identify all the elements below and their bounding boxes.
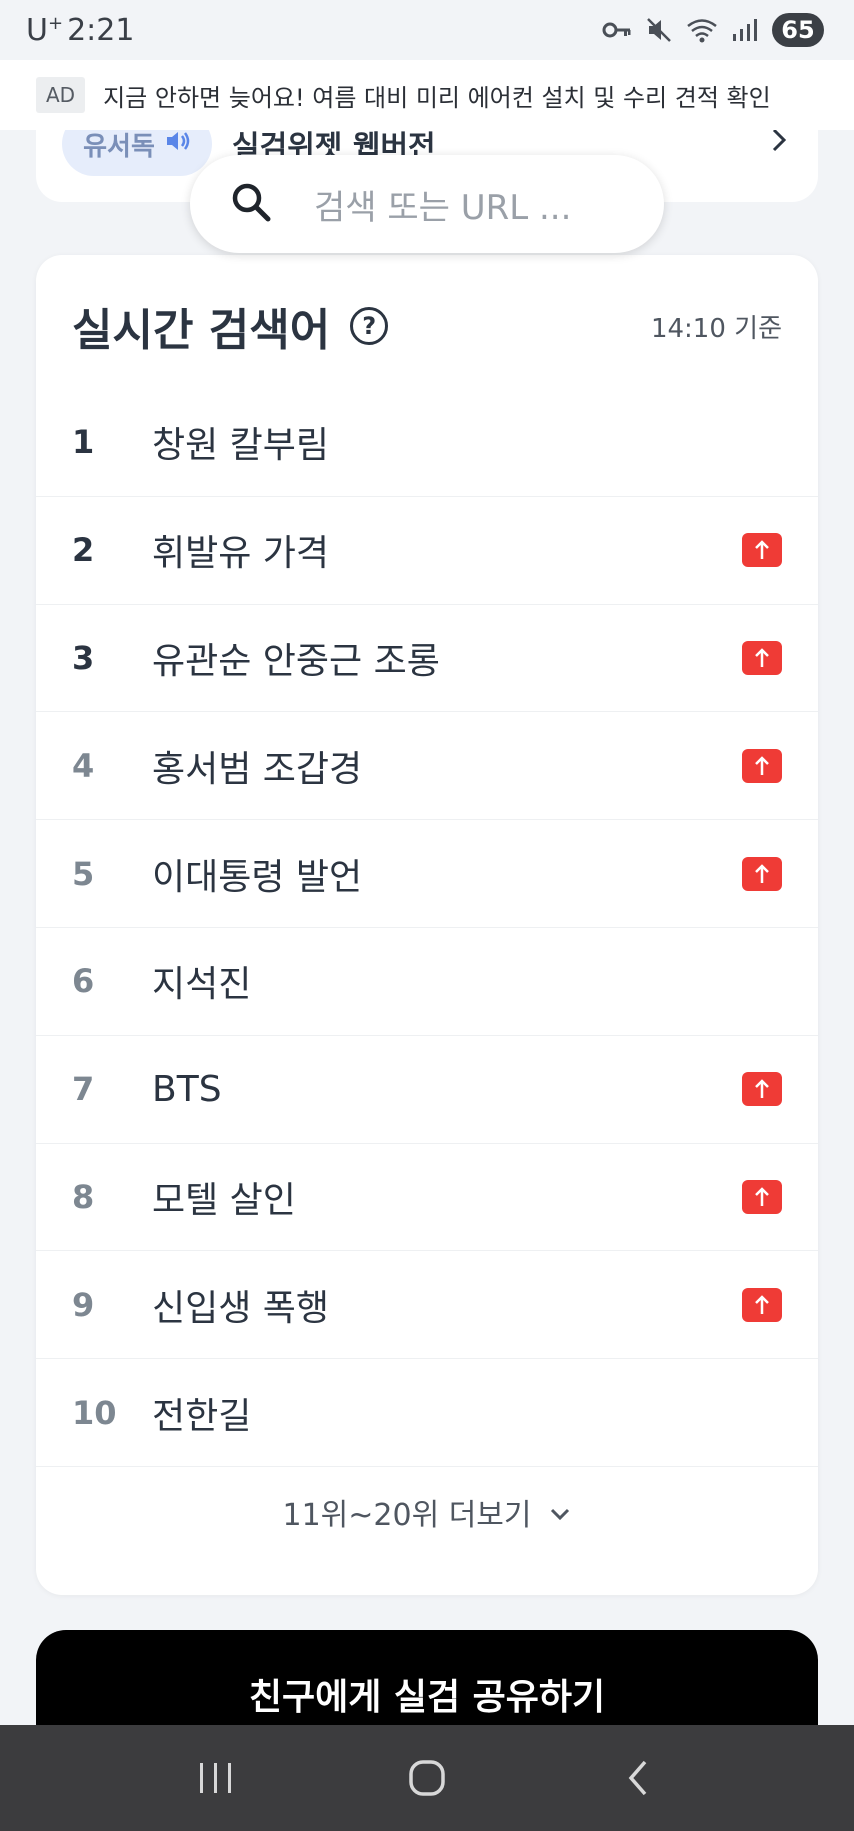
keyword-label: 전한길	[152, 1395, 252, 1437]
keyword-label: 창원 칼부림	[152, 425, 330, 467]
arrow-up-icon	[742, 1287, 782, 1322]
recent-apps-icon[interactable]	[176, 1743, 256, 1813]
rank-number: 8	[72, 1177, 95, 1216]
signal-icon	[732, 18, 758, 42]
keyword-label: 이대통령 발언	[152, 856, 363, 898]
vpn-key-icon	[602, 21, 632, 39]
listen-pill-label: 유서독	[83, 131, 155, 162]
search-icon	[230, 181, 272, 227]
list-item[interactable]: 1 창원 칼부림	[36, 389, 818, 497]
rank-number: 4	[72, 746, 95, 785]
rank-number: 7	[72, 1070, 95, 1109]
keyword-label: 지석진	[152, 964, 252, 1006]
rank-number: 10	[72, 1393, 117, 1432]
rank-number: 6	[72, 962, 95, 1001]
clock: 2:21	[67, 12, 135, 48]
list-item[interactable]: 9 신입생 폭행	[36, 1251, 818, 1360]
mute-icon	[646, 17, 672, 43]
list-item[interactable]: 7 BTS	[36, 1036, 818, 1144]
realtime-title: 실시간 검색어	[72, 305, 331, 356]
speaker-icon	[165, 129, 191, 159]
show-more-button[interactable]: 11위~20위 더보기	[36, 1467, 818, 1557]
rank-number: 3	[72, 638, 95, 677]
search-bar[interactable]: 검색 또는 URL ...	[190, 155, 664, 253]
carrier-time: U+ 2:21	[26, 13, 134, 48]
carrier: U+	[26, 12, 64, 48]
arrow-up-icon	[742, 1072, 782, 1107]
ad-text[interactable]: 지금 안하면 늦어요! 여름 대비 미리 에어컨 설치 및 수리 견적 확인	[103, 78, 771, 113]
list-item[interactable]: 4 홍서범 조갑경	[36, 712, 818, 821]
list-item[interactable]: 8 모텔 살인	[36, 1144, 818, 1252]
keyword-label: 유관순 안중근 조롱	[152, 640, 440, 682]
list-item[interactable]: 3 유관순 안중근 조롱	[36, 605, 818, 713]
realtime-timestamp: 14:10 기준	[650, 313, 782, 344]
status-icons: 65	[602, 13, 824, 47]
realtime-search-card: 실시간 검색어 ? 14:10 기준 1 창원 칼부림 2 휘발유 가격 3 유…	[36, 255, 818, 1595]
help-icon[interactable]: ?	[350, 307, 389, 345]
arrow-up-icon	[742, 856, 782, 891]
keyword-label: 모텔 살인	[152, 1179, 296, 1221]
search-input[interactable]: 검색 또는 URL ...	[314, 180, 571, 229]
keyword-label: 휘발유 가격	[152, 533, 330, 575]
realtime-list: 1 창원 칼부림 2 휘발유 가격 3 유관순 안중근 조롱 4 홍서범 조갑경…	[36, 389, 818, 1467]
ad-badge: AD	[36, 77, 86, 113]
rank-number: 9	[72, 1285, 95, 1324]
back-icon[interactable]	[598, 1743, 678, 1813]
rank-number: 1	[72, 423, 95, 462]
chevron-right-icon[interactable]	[770, 126, 788, 161]
list-item[interactable]: 6 지석진	[36, 928, 818, 1036]
keyword-label: BTS	[152, 1068, 222, 1110]
rank-number: 2	[72, 531, 95, 570]
navigation-bar	[0, 1725, 854, 1831]
realtime-title-group: 실시간 검색어 ?	[72, 294, 389, 358]
keyword-label: 신입생 폭행	[152, 1287, 330, 1329]
realtime-header: 실시간 검색어 ? 14:10 기준	[72, 291, 782, 361]
home-icon[interactable]	[387, 1743, 467, 1813]
battery-indicator: 65	[772, 13, 824, 47]
arrow-up-icon	[742, 1179, 782, 1214]
show-more-label: 11위~20위 더보기	[282, 1498, 532, 1533]
chevron-down-icon	[548, 1495, 572, 1530]
ad-banner[interactable]: AD 지금 안하면 늦어요! 여름 대비 미리 에어컨 설치 및 수리 견적 확…	[0, 60, 854, 130]
keyword-label: 홍서범 조갑경	[152, 748, 363, 790]
arrow-up-icon	[742, 748, 782, 783]
arrow-up-icon	[742, 533, 782, 568]
rank-number: 5	[72, 854, 95, 893]
list-item[interactable]: 2 휘발유 가격	[36, 497, 818, 605]
status-bar: U+ 2:21 65	[0, 0, 854, 60]
arrow-up-icon	[742, 640, 782, 675]
share-button-label: 친구에게 실검 공유하기	[248, 1677, 606, 1718]
list-item[interactable]: 5 이대통령 발언	[36, 820, 818, 928]
wifi-icon	[686, 17, 718, 43]
list-item[interactable]: 10 전한길	[36, 1359, 818, 1467]
